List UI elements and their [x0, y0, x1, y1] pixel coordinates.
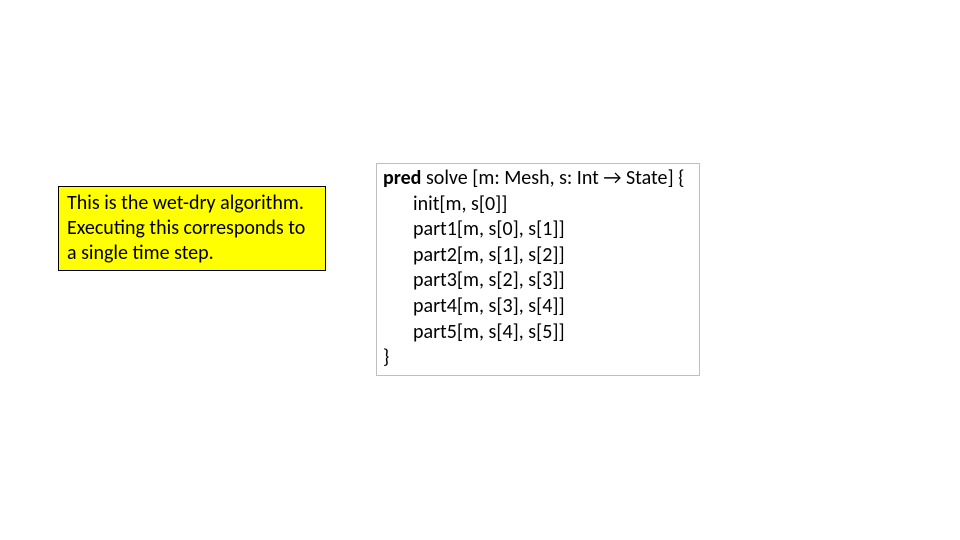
code-line-5: part5[m, s[4], s[5]] — [383, 320, 693, 346]
code-line-0: init[m, s[0]] — [383, 192, 693, 218]
code-line-4: part4[m, s[3], s[4]] — [383, 294, 693, 320]
code-line-1: part1[m, s[0], s[1]] — [383, 217, 693, 243]
note-text: This is the wet-dry algorithm. Executing… — [67, 191, 305, 265]
code-sig-rest: solve [m: Mesh, s: Int → State] { — [421, 166, 684, 190]
code-close: } — [383, 345, 693, 371]
code-keyword: pred — [383, 166, 421, 190]
code-sig-line: pred solve [m: Mesh, s: Int → State] { — [383, 166, 693, 192]
code-box: pred solve [m: Mesh, s: Int → State] { i… — [376, 163, 700, 376]
code-line-3: part3[m, s[2], s[3]] — [383, 268, 693, 294]
code-line-2: part2[m, s[1], s[2]] — [383, 243, 693, 269]
note-box: This is the wet-dry algorithm. Executing… — [58, 186, 326, 271]
